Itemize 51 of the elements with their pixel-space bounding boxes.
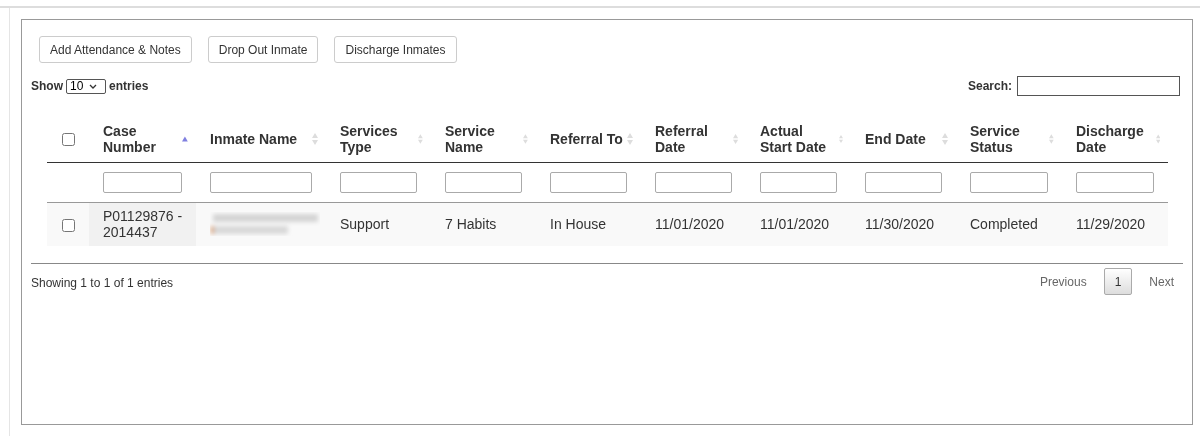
column-header[interactable]: Case Number — [89, 116, 196, 162]
chevron-down-icon — [89, 83, 98, 89]
table-cell: Completed — [970, 216, 1038, 233]
column-header[interactable]: Service Name — [431, 116, 536, 162]
checkbox[interactable] — [61, 133, 75, 147]
column-header[interactable]: Referral Date — [641, 116, 746, 162]
sort-icon — [732, 132, 738, 145]
search-field[interactable] — [1017, 76, 1180, 96]
checkbox[interactable] — [61, 218, 75, 232]
sort-icon — [1049, 132, 1054, 145]
page-button[interactable]: 1 — [1103, 268, 1133, 295]
filter-field[interactable] — [760, 171, 837, 193]
toolbar-button[interactable]: Discharge Inmates — [334, 36, 457, 63]
filter-field[interactable] — [340, 171, 417, 193]
filter-field[interactable] — [103, 171, 182, 193]
column-header[interactable]: End Date — [851, 116, 956, 162]
table-cell: In House — [550, 216, 607, 233]
filter-field[interactable] — [550, 171, 627, 193]
column-header[interactable]: Actual Start Date — [746, 116, 851, 162]
filter-field[interactable] — [210, 171, 312, 193]
filter-field[interactable] — [970, 171, 1048, 193]
sort-icon — [523, 132, 528, 145]
table-cell: 7 Habits — [445, 216, 497, 233]
search-label: Search: — [967, 78, 1012, 95]
table-cell: 11/30/2020 — [865, 216, 935, 233]
sort-icon — [1155, 132, 1160, 145]
sort-icon — [942, 132, 948, 145]
filter-field[interactable] — [1076, 171, 1154, 193]
sort-icon — [627, 132, 633, 145]
entries-label: entries — [109, 78, 149, 95]
table-cell: 11/01/2020 — [655, 216, 725, 233]
sort-icon — [418, 132, 423, 145]
table-cell: P01129876 - 2014437 — [103, 208, 183, 241]
table-cell: 11/01/2020 — [760, 216, 830, 233]
toolbar-button[interactable]: Drop Out Inmate — [207, 36, 319, 63]
sort-ascending-icon — [182, 135, 188, 142]
column-header[interactable]: Services Type — [326, 116, 431, 162]
column-header[interactable]: Discharge Date — [1062, 116, 1168, 162]
column-header[interactable]: Inmate Name — [196, 116, 326, 162]
column-header[interactable]: Service Status — [956, 116, 1062, 162]
filter-field[interactable] — [865, 171, 942, 193]
page-length-select[interactable]: 10 — [66, 78, 106, 94]
filter-field[interactable] — [655, 171, 732, 193]
sort-icon — [312, 132, 318, 145]
table-info: Showing 1 to 1 of 1 entries — [31, 275, 174, 292]
filter-field[interactable] — [445, 171, 522, 193]
table-cell: Support — [340, 216, 390, 233]
show-label: Show — [31, 78, 63, 95]
column-header[interactable]: Referral To — [536, 116, 641, 162]
table-cell: 11/29/2020 — [1076, 216, 1146, 233]
toolbar-button[interactable]: Add Attendance & Notes — [39, 36, 192, 63]
